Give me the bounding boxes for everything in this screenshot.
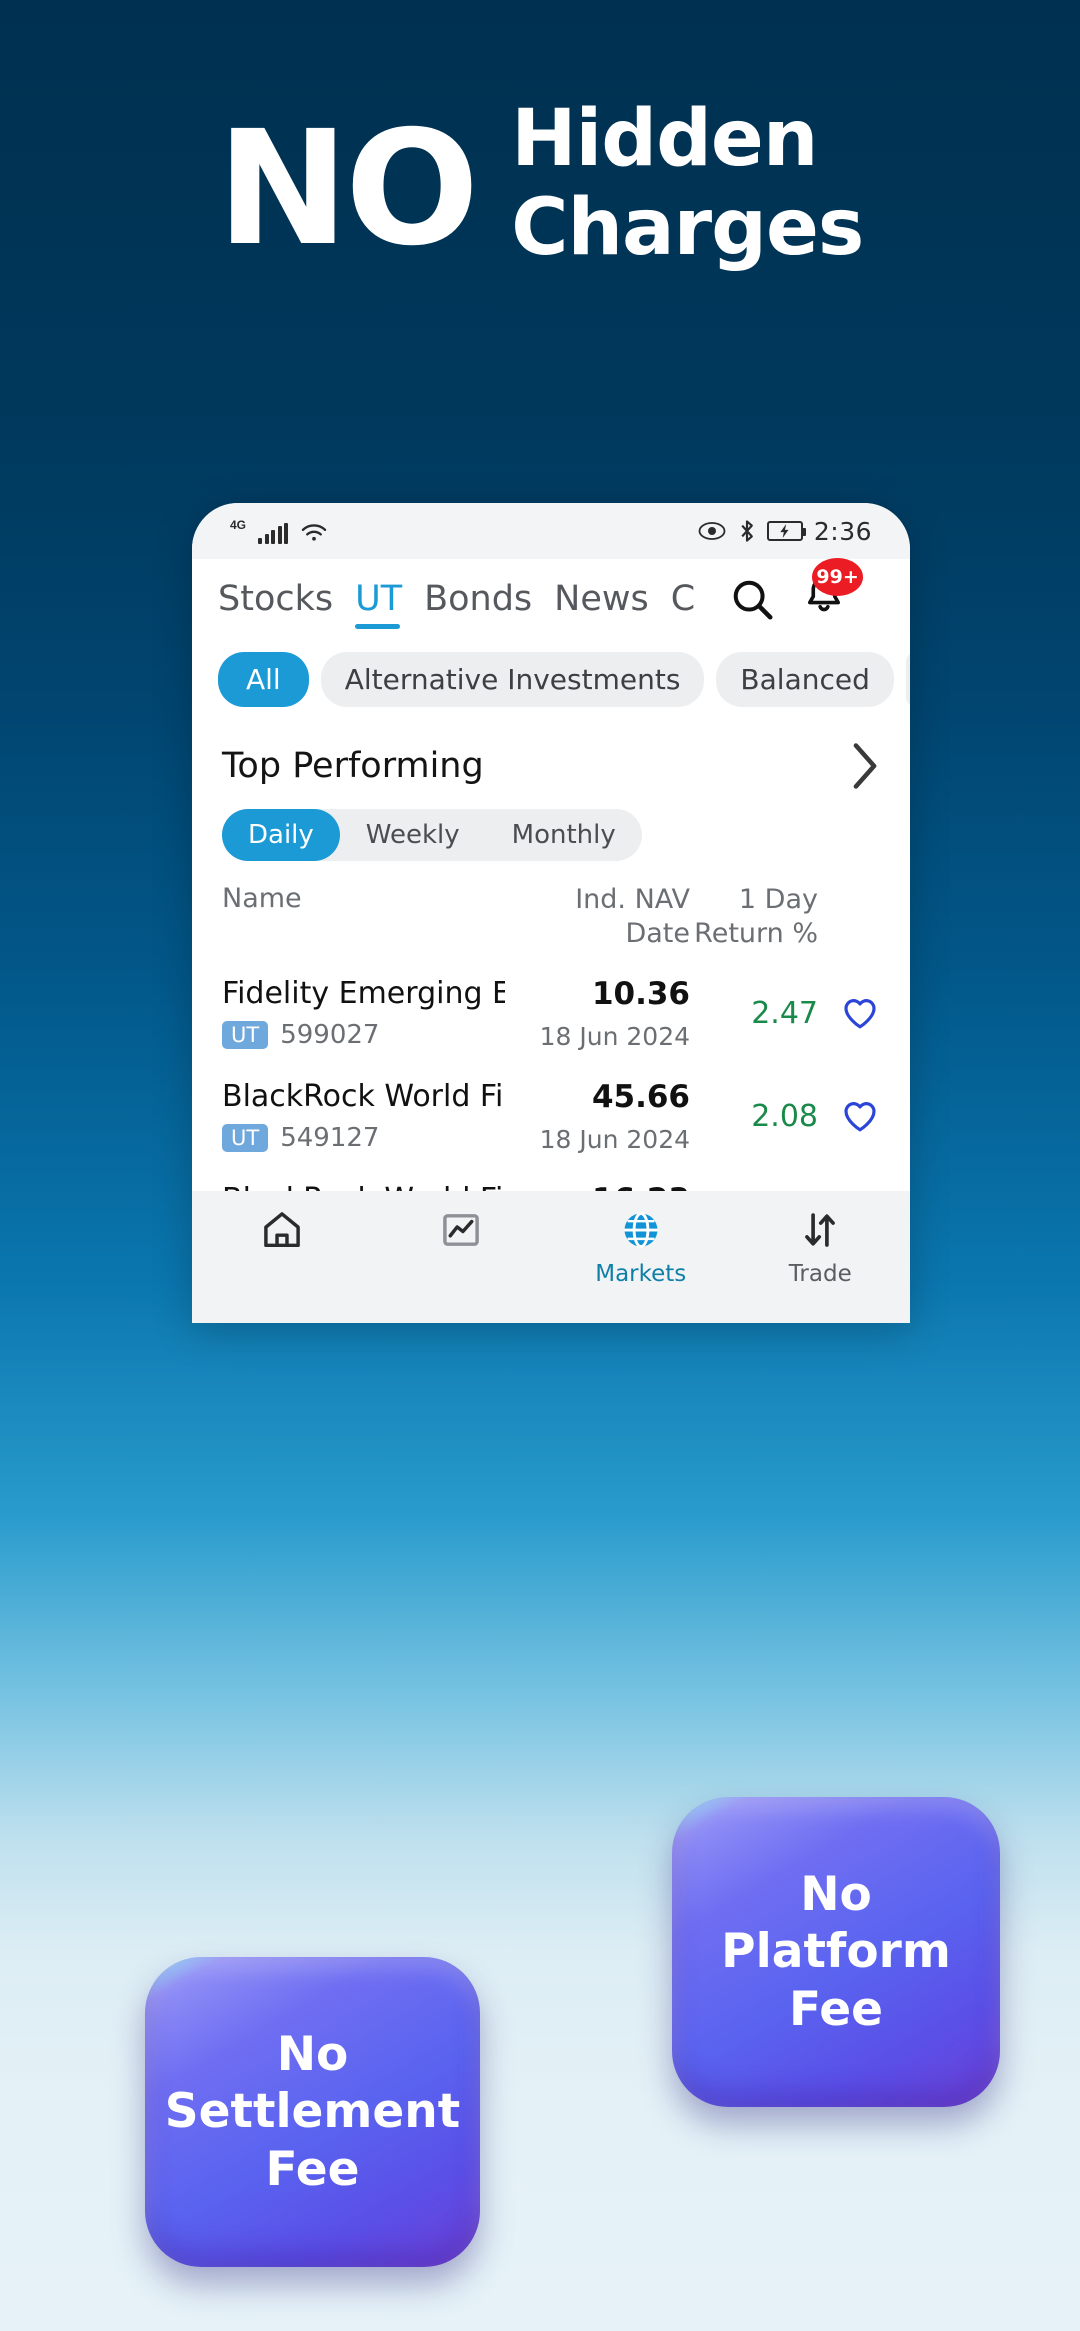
chip-all[interactable]: All bbox=[218, 652, 309, 707]
notification-badge: 99+ bbox=[812, 558, 863, 596]
row-right: 2.47 bbox=[690, 993, 880, 1033]
promo-headline: NO Hidden Charges bbox=[0, 95, 1080, 273]
fund-return: 2.08 bbox=[751, 1098, 818, 1134]
bottom-navigation-bar[interactable]: Markets Trade bbox=[192, 1191, 910, 1323]
tab-bonds[interactable]: Bonds bbox=[424, 579, 532, 631]
network-type-label: 4G bbox=[230, 517, 247, 532]
globe-icon[interactable] bbox=[618, 1207, 664, 1253]
bottom-nav-markets[interactable]: Markets bbox=[551, 1207, 731, 1287]
table-row[interactable]: Fidelity Emerging Eu... UT 599027 10.36 … bbox=[192, 961, 910, 1064]
status-bar-right: 2:36 bbox=[697, 517, 872, 546]
fund-sub: UT 599027 bbox=[222, 1020, 505, 1050]
col-one-day-return: 1 Day Return % bbox=[690, 883, 880, 951]
col-name: Name bbox=[222, 883, 302, 914]
clock-label: 2:36 bbox=[813, 516, 872, 546]
fund-sub: UT 549127 bbox=[222, 1123, 505, 1153]
bottom-nav-chart[interactable] bbox=[372, 1207, 552, 1261]
fund-type-tag: UT bbox=[222, 1124, 269, 1152]
row-nav: 10.36 18 Jun 2024 bbox=[505, 976, 690, 1051]
notifications-button[interactable]: 99+ bbox=[801, 558, 863, 624]
chip-balanced[interactable]: Balanced bbox=[716, 652, 894, 707]
search-icon[interactable] bbox=[729, 576, 775, 622]
tab-stocks[interactable]: Stocks bbox=[218, 579, 333, 631]
settlement-fee-card: No Settlement Fee bbox=[145, 1957, 480, 2267]
period-weekly[interactable]: Weekly bbox=[340, 809, 486, 861]
fund-nav-date: 18 Jun 2024 bbox=[539, 1021, 690, 1051]
eye-icon bbox=[698, 522, 726, 540]
headline-line1: Hidden bbox=[511, 94, 818, 184]
fund-type-tag: UT bbox=[222, 1021, 269, 1049]
period-segment-top[interactable]: Daily Weekly Monthly bbox=[192, 791, 910, 861]
col-return-line1: 1 Day bbox=[738, 884, 818, 915]
tab-ut[interactable]: UT bbox=[355, 579, 402, 631]
wifi-icon bbox=[301, 523, 327, 541]
headline-right-block: Hidden Charges bbox=[511, 94, 864, 273]
period-daily[interactable]: Daily bbox=[222, 809, 340, 861]
table-row[interactable]: BlackRock World Fin... UT 549127 45.66 1… bbox=[192, 1064, 910, 1167]
tab-c[interactable]: C bbox=[671, 579, 697, 631]
fund-nav: 10.36 bbox=[591, 975, 690, 1012]
col-return-line2: Return % bbox=[694, 917, 818, 949]
fund-nav-date: 18 Jun 2024 bbox=[539, 1124, 690, 1154]
chart-icon[interactable] bbox=[438, 1207, 484, 1253]
row-left: Fidelity Emerging Eu... UT 599027 bbox=[222, 976, 505, 1050]
battery-charging-icon bbox=[766, 521, 806, 541]
heart-outline-icon[interactable] bbox=[840, 1096, 880, 1136]
platform-fee-card: No Platform Fee bbox=[672, 1797, 1000, 2107]
top-tab-bar: Stocks UT Bonds News C 99+ bbox=[192, 558, 910, 636]
chevron-right-icon[interactable] bbox=[850, 741, 880, 791]
chip-alternative-investments[interactable]: Alternative Investments bbox=[320, 652, 705, 707]
tab-news[interactable]: News bbox=[554, 579, 649, 631]
fund-nav: 45.66 bbox=[591, 1078, 690, 1115]
platform-fee-label: No Platform Fee bbox=[721, 1867, 951, 2037]
filter-chip-row[interactable]: All Alternative Investments Balanced C bbox=[192, 636, 910, 713]
phone-mockup: 4G 2:36 Stocks UT Bonds News C 99+ All A… bbox=[192, 503, 910, 1323]
fund-name: BlackRock World Fin... bbox=[222, 1079, 505, 1114]
headline-line2: Charges bbox=[511, 182, 864, 273]
fund-code: 549127 bbox=[280, 1123, 380, 1153]
bottom-nav-trade[interactable]: Trade bbox=[731, 1207, 911, 1287]
top-bar-icons: 99+ bbox=[729, 558, 863, 636]
headline-no: NO bbox=[216, 97, 480, 281]
period-monthly[interactable]: Monthly bbox=[486, 809, 642, 861]
section-title: Top Performing bbox=[222, 746, 484, 786]
table-header-top: Name Ind. NAV Date 1 Day Return % bbox=[192, 861, 910, 961]
settlement-fee-label: No Settlement Fee bbox=[164, 2027, 461, 2197]
row-left: BlackRock World Fin... UT 549127 bbox=[222, 1079, 505, 1153]
fund-code: 599027 bbox=[280, 1020, 380, 1050]
fund-return: 2.47 bbox=[751, 995, 818, 1031]
row-nav: 45.66 18 Jun 2024 bbox=[505, 1079, 690, 1154]
transfer-arrows-icon[interactable] bbox=[797, 1207, 843, 1253]
bottom-nav-trade-label: Trade bbox=[788, 1261, 852, 1287]
chip-c[interactable]: C bbox=[905, 652, 910, 707]
bluetooth-icon bbox=[741, 520, 753, 542]
col-ind-nav-line2: Date bbox=[625, 917, 690, 949]
heart-outline-icon[interactable] bbox=[840, 993, 880, 1033]
status-bar: 4G 2:36 bbox=[192, 503, 910, 559]
status-bar-left: 4G bbox=[230, 519, 328, 544]
bottom-nav-markets-label: Markets bbox=[595, 1261, 687, 1287]
fund-name: Fidelity Emerging Eu... bbox=[222, 976, 505, 1011]
col-ind-nav-date: Ind. NAV Date bbox=[505, 883, 690, 951]
signal-bars-icon bbox=[258, 522, 289, 544]
col-ind-nav-line1: Ind. NAV bbox=[575, 884, 690, 915]
section-header-top-performing[interactable]: Top Performing bbox=[192, 713, 910, 791]
home-icon[interactable] bbox=[259, 1207, 305, 1253]
row-right: 2.08 bbox=[690, 1096, 880, 1136]
bottom-nav-home[interactable] bbox=[192, 1207, 372, 1261]
